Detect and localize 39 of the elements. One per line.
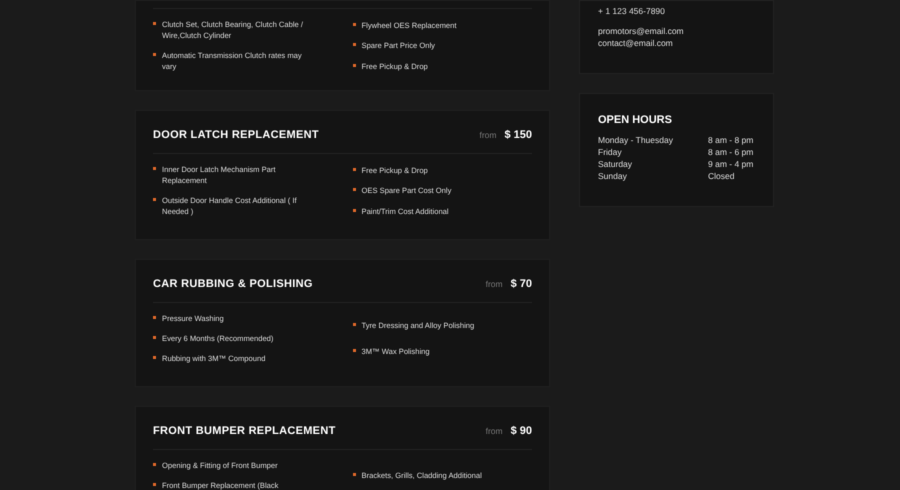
bullet-icon [352,22,356,26]
bullet-icon [153,483,156,486]
bullet-icon [352,168,356,170]
service-title: DOOR LATCH REPLACEMENT [153,129,319,141]
bullet-icon [153,463,156,466]
hours-value: Closed [708,170,736,182]
bullet-icon [153,167,156,170]
hours-title: OPEN HOURS [598,114,673,126]
email-address: promotors@email.com [598,25,685,37]
bullet-icon [352,64,356,66]
bullet-icon [153,316,156,319]
bullet-icon [352,349,356,352]
bullet-icon [352,43,356,46]
bullet-icon [153,198,156,201]
phone-number: + 1 123 456-7890 [598,5,666,17]
price-prefix: from [486,279,503,289]
service-price: $ 150 [504,129,532,141]
bullet-icon [352,188,356,191]
hours-value: 8 am - 6 pm [708,146,754,158]
bullet-icon [153,22,156,25]
service-price: $ 70 [510,278,532,290]
day-label: Sunday [598,170,628,182]
service-title: FRONT BUMPER REPLACEMENT [153,425,336,437]
price-prefix: from [486,426,503,436]
day-label: Friday [598,146,623,158]
service-price: $ 90 [510,425,532,437]
bullet-icon [153,336,156,339]
price-prefix: from [479,130,496,140]
day-label: Saturday [598,158,634,170]
email-address: contact@email.com [598,37,674,49]
day-label: Monday - Thuesday [598,134,674,146]
service-title: CAR RUBBING & POLISHING [153,278,313,290]
hours-value: 9 am - 4 pm [708,158,754,170]
bullet-icon [352,473,356,476]
bullet-icon [352,208,356,212]
bullet-icon [352,322,356,326]
bullet-icon [153,53,156,56]
hours-value: 8 am - 8 pm [708,134,754,146]
bullet-icon [153,356,156,359]
